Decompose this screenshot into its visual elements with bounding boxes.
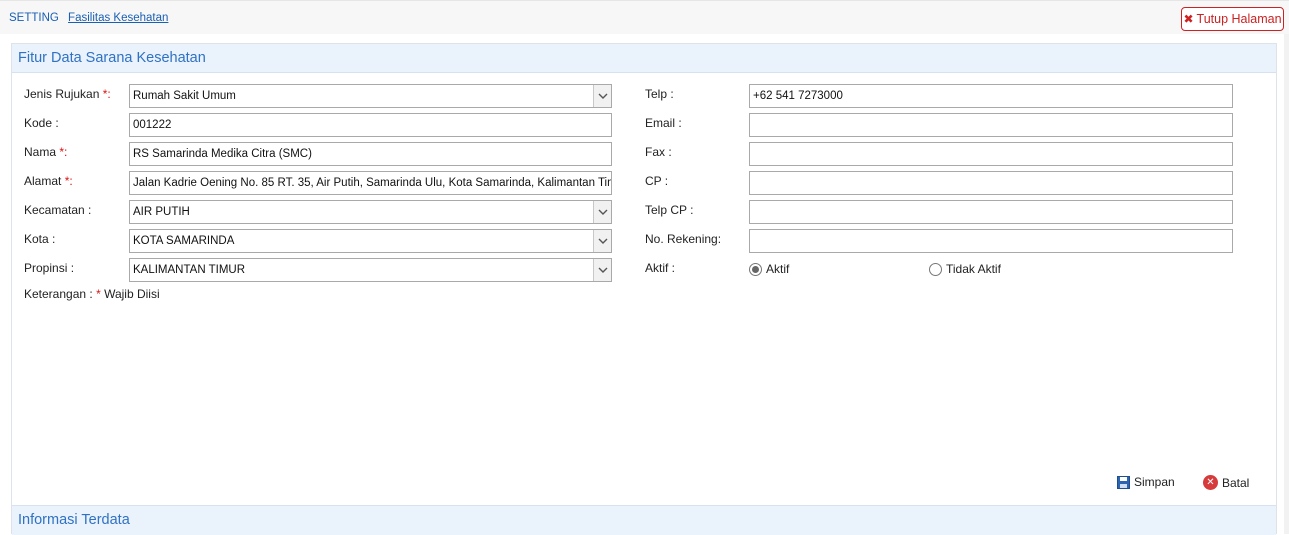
nama-label: Nama *: [24,145,68,159]
cp-label: CP : [645,174,669,188]
breadcrumb: SETTING Fasilitas Kesehatan [9,12,168,24]
no-rekening-input[interactable] [749,229,1233,253]
propinsi-value: KALIMANTAN TIMUR [133,264,246,276]
kode-label: Kode : [24,116,59,130]
email-label: Email : [645,116,682,130]
kota-select[interactable]: KOTA SAMARINDA [129,229,612,253]
radio-checked-icon[interactable] [749,262,762,276]
jenis-rujukan-value: Rumah Sakit Umum [133,90,236,102]
required-marker: *: [102,87,111,101]
telp-input[interactable]: +62 541 7273000 [749,84,1233,108]
top-bar: SETTING Fasilitas Kesehatan ✖ Tutup Hala… [0,0,1289,34]
close-icon: ✖ [1183,12,1194,26]
required-marker: *: [59,145,68,159]
nama-input[interactable]: RS Samarinda Medika Citra (SMC) [129,142,612,166]
save-icon [1117,475,1130,489]
alamat-label: Alamat *: [24,174,73,188]
jenis-rujukan-label: Jenis Rujukan *: [24,87,111,101]
save-label: Simpan [1134,475,1175,489]
kecamatan-value: AIR PUTIH [133,206,190,218]
email-input[interactable] [749,113,1233,137]
no-rekening-label: No. Rekening: [645,232,722,246]
chevron-down-icon[interactable] [593,230,611,252]
chevron-down-icon[interactable] [593,85,611,107]
kota-label: Kota : [24,232,56,246]
radio-unchecked-icon[interactable] [929,262,942,276]
close-page-button[interactable]: ✖ Tutup Halaman [1181,7,1284,31]
scrollbar[interactable] [1284,34,1289,534]
breadcrumb-current[interactable]: Fasilitas Kesehatan [68,12,168,24]
kode-input[interactable]: 001222 [129,113,612,137]
breadcrumb-root[interactable]: SETTING [9,12,59,24]
telp-label: Telp : [645,87,674,101]
cancel-label: Batal [1222,475,1250,490]
kecamatan-select[interactable]: AIR PUTIH [129,200,612,224]
fax-input[interactable] [749,142,1233,166]
form-panel: Fitur Data Sarana Kesehatan Jenis Rujuka… [11,43,1277,535]
save-button[interactable]: Simpan [1117,475,1175,489]
chevron-down-icon[interactable] [593,259,611,281]
kecamatan-label: Kecamatan : [24,203,92,217]
radio-tidak-aktif-label: Tidak Aktif [946,262,1001,276]
required-note: Keterangan : * Wajib Diisi [24,287,160,301]
alamat-input[interactable]: Jalan Kadrie Oening No. 85 RT. 35, Air P… [129,171,612,195]
required-marker: *: [64,174,73,188]
chevron-down-icon[interactable] [593,201,611,223]
propinsi-select[interactable]: KALIMANTAN TIMUR [129,258,612,282]
cp-input[interactable] [749,171,1233,195]
radio-tidak-aktif[interactable]: Tidak Aktif [929,262,1001,276]
telp-cp-label: Telp CP : [645,203,694,217]
cancel-icon: ✕ [1203,475,1218,490]
radio-aktif-label: Aktif [766,262,790,276]
jenis-rujukan-select[interactable]: Rumah Sakit Umum [129,84,612,108]
fax-label: Fax : [645,145,672,159]
propinsi-label: Propinsi : [24,261,75,275]
radio-aktif[interactable]: Aktif [749,262,789,276]
cancel-button[interactable]: ✕ Batal [1203,475,1249,490]
telp-cp-input[interactable] [749,200,1233,224]
close-page-label: Tutup Halaman [1196,12,1282,26]
panel-title: Fitur Data Sarana Kesehatan [12,44,1276,73]
kota-value: KOTA SAMARINDA [133,235,235,247]
status-label: Aktif : [645,261,676,275]
section-title-informasi: Informasi Terdata [12,505,1276,535]
